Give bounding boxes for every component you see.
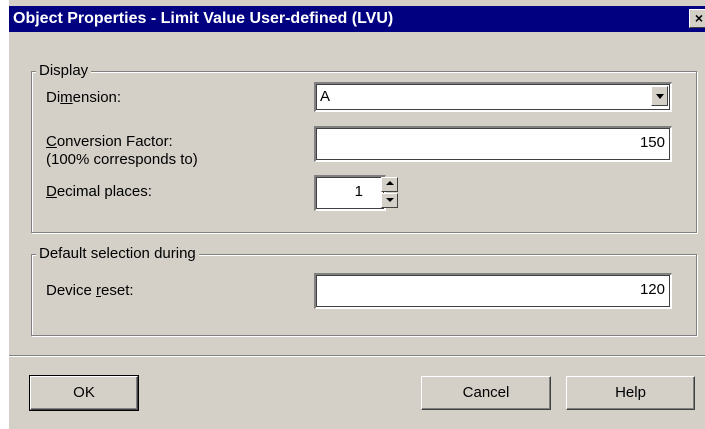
decimal-places-label-text: ecimal places: (56, 183, 152, 200)
conversion-factor-value: 150 (639, 134, 665, 151)
close-icon: × (694, 10, 704, 26)
dimension-label: Dimension: (46, 89, 121, 107)
help-button-label: Help (615, 384, 646, 401)
window-left-edge (0, 0, 9, 429)
arrow-down-icon (386, 198, 394, 202)
decimal-places-value: 1 (354, 183, 363, 200)
decimal-places-mnemonic: D (46, 183, 57, 200)
button-separator (9, 355, 705, 357)
window-title: Object Properties - Limit Value User-def… (13, 10, 394, 27)
arrow-up-icon (386, 181, 394, 185)
device-reset-label-text-b: eset: (101, 282, 134, 299)
display-group-legend: Display (36, 62, 92, 80)
dimension-value: A (320, 88, 331, 105)
cancel-button-label: Cancel (462, 384, 510, 401)
ok-button-label: OK (73, 384, 95, 401)
device-reset-label: Device reset: (46, 282, 134, 300)
dimension-label-text-a: Di (46, 89, 61, 106)
ok-button[interactable]: OK (29, 375, 139, 411)
close-button[interactable]: × (689, 9, 705, 28)
title-bar[interactable]: Object Properties - Limit Value User-def… (9, 6, 705, 32)
conversion-factor-input[interactable]: 150 (314, 126, 672, 162)
dimension-label-mnemonic: m (60, 89, 73, 106)
dialog-window: Object Properties - Limit Value User-def… (0, 0, 705, 429)
default-selection-legend: Default selection during (36, 245, 199, 263)
device-reset-input[interactable]: 120 (314, 273, 672, 309)
device-reset-label-text-a: Device (46, 282, 97, 299)
dimension-dropdown-button[interactable] (651, 86, 668, 106)
conversion-factor-label: Conversion Factor: (46, 133, 173, 151)
dimension-label-text-b: ension: (72, 89, 122, 106)
device-reset-value: 120 (639, 281, 665, 298)
chevron-down-icon (656, 94, 664, 99)
conversion-factor-mnemonic: C (46, 133, 57, 150)
decimal-places-up-button[interactable] (381, 177, 398, 192)
help-button[interactable]: Help (566, 376, 695, 410)
decimal-places-label: Decimal places: (46, 183, 152, 201)
cancel-button[interactable]: Cancel (421, 376, 551, 410)
decimal-places-stepper[interactable]: 1 (314, 175, 386, 211)
conversion-factor-label-text: onversion Factor: (56, 133, 173, 150)
conversion-factor-sublabel: (100% corresponds to) (46, 151, 198, 168)
dimension-select[interactable]: A (314, 82, 672, 112)
decimal-places-down-button[interactable] (381, 193, 398, 208)
